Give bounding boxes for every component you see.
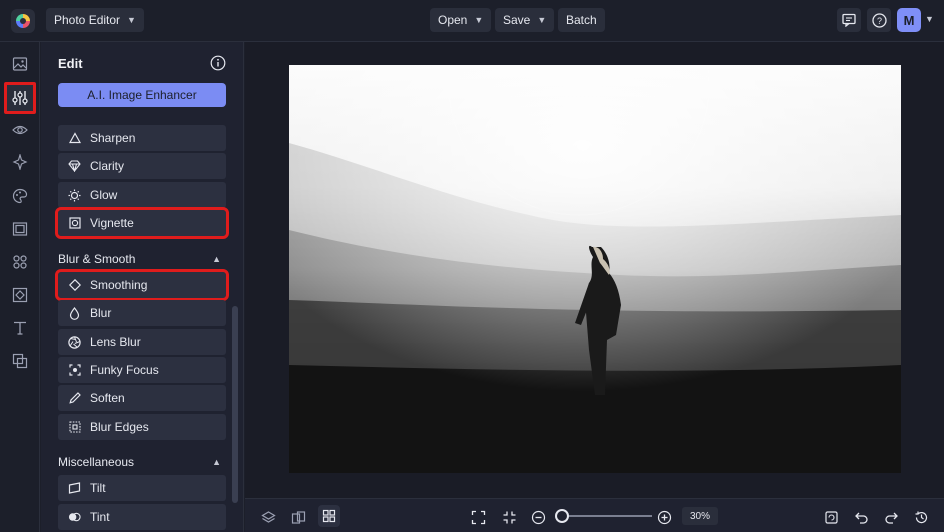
aperture-icon (68, 335, 81, 349)
info-icon[interactable] (210, 55, 226, 71)
zoom-slider-handle[interactable] (555, 509, 569, 523)
menu-item-label: Tilt (90, 481, 106, 495)
chevron-up-icon[interactable]: ▲ (212, 254, 221, 264)
tint-icon (68, 511, 81, 524)
menu-item-label: Vignette (90, 216, 134, 230)
diamond-gem-icon (68, 160, 81, 173)
comment-button[interactable] (837, 8, 861, 32)
menu-item-sharpen[interactable]: Sharpen (58, 125, 226, 151)
menu-item-label: Blur Edges (90, 420, 149, 434)
menu-item-blur[interactable]: Blur (58, 300, 226, 326)
history-icon[interactable] (912, 508, 930, 526)
panel-scrollbar-thumb[interactable] (232, 306, 238, 503)
menu-item-label: Sharpen (90, 131, 136, 145)
layers-icon[interactable] (259, 508, 277, 526)
batch-button[interactable]: Batch (558, 8, 605, 32)
bottom-toolbar: 30% (245, 498, 944, 532)
menu-item-label: Tint (90, 510, 110, 524)
section-header-miscellaneous[interactable]: Miscellaneous ▲ (58, 455, 226, 469)
menu-item-label: Blur (90, 306, 112, 320)
menu-item-label: Glow (90, 188, 118, 202)
pen-icon (68, 392, 81, 405)
adjustments-icon[interactable] (10, 88, 30, 108)
section-header-blur-smooth[interactable]: Blur & Smooth ▲ (58, 252, 226, 266)
reset-icon[interactable] (822, 508, 840, 526)
paint-icon[interactable] (10, 186, 30, 206)
chevron-down-icon[interactable]: ▼ (925, 14, 934, 24)
menu-item-lens-blur[interactable]: Lens Blur (58, 329, 226, 355)
blur-edges-icon (68, 421, 81, 434)
glow-icon (68, 189, 81, 202)
menu-item-funky-focus[interactable]: Funky Focus (58, 357, 226, 383)
chevron-down-icon: ▼ (127, 15, 136, 25)
menu-item-clarity[interactable]: Clarity (58, 153, 226, 179)
app-menu-button[interactable]: Photo Editor ▼ (46, 8, 144, 32)
zoom-out-icon[interactable] (529, 508, 547, 526)
zoom-percentage[interactable]: 30% (682, 507, 718, 525)
effects-icon[interactable] (10, 152, 30, 172)
menu-item-label: Funky Focus (90, 363, 159, 377)
overlay-icon[interactable] (10, 351, 30, 371)
zoom-slider-track[interactable] (562, 515, 652, 517)
frame-icon[interactable] (10, 219, 30, 239)
compare-icon[interactable] (289, 508, 307, 526)
menu-item-vignette[interactable]: Vignette (55, 207, 229, 239)
batch-label: Batch (566, 13, 597, 27)
help-button[interactable]: ? (867, 8, 891, 32)
zoom-in-icon[interactable] (655, 508, 673, 526)
top-bar: Photo Editor ▼ Open ▼ Save ▼ Batch ? M ▼ (0, 0, 944, 42)
ai-image-enhancer-button[interactable]: A.I. Image Enhancer (58, 83, 226, 107)
comment-icon (842, 13, 856, 27)
undo-icon[interactable] (852, 508, 870, 526)
grid-icon[interactable] (318, 505, 340, 527)
menu-item-soften[interactable]: Soften (58, 385, 226, 411)
drop-icon (68, 306, 81, 320)
texture-icon[interactable] (10, 285, 30, 305)
menu-item-label: Clarity (90, 159, 125, 173)
menu-item-glow[interactable]: Glow (58, 182, 226, 208)
redo-icon[interactable] (882, 508, 900, 526)
menu-item-tint[interactable]: Tint (58, 504, 226, 530)
chevron-up-icon[interactable]: ▲ (212, 457, 221, 467)
eye-icon[interactable] (10, 120, 30, 140)
app-menu-label: Photo Editor (54, 13, 121, 27)
triangle-icon (68, 132, 81, 145)
actual-size-icon[interactable] (500, 508, 518, 526)
chevron-down-icon: ▼ (474, 15, 484, 25)
open-label: Open (438, 13, 468, 27)
logo-icon[interactable] (11, 9, 35, 33)
text-icon[interactable] (10, 318, 30, 338)
focus-icon (68, 364, 81, 377)
save-label: Save (503, 13, 531, 27)
menu-item-smoothing[interactable]: Smoothing (55, 269, 229, 301)
fit-screen-icon[interactable] (469, 508, 487, 526)
help-icon: ? (871, 12, 887, 28)
section-title: Miscellaneous (58, 455, 135, 469)
diamond-icon (68, 279, 81, 292)
graphics-icon[interactable] (10, 252, 30, 272)
menu-item-label: Smoothing (90, 278, 148, 292)
menu-item-label: Soften (90, 391, 125, 405)
svg-text:?: ? (876, 16, 881, 26)
menu-item-label: Lens Blur (90, 335, 141, 349)
photo-canvas[interactable] (289, 65, 901, 473)
section-title: Blur & Smooth (58, 252, 136, 266)
avatar[interactable]: M (897, 8, 921, 32)
menu-item-blur-edges[interactable]: Blur Edges (58, 414, 226, 440)
panel-title: Edit (58, 56, 83, 71)
image-icon[interactable] (10, 54, 30, 74)
tool-rail (0, 42, 40, 532)
tilt-icon (68, 482, 81, 495)
edit-panel: Edit A.I. Image Enhancer Sharpen Clarity… (41, 42, 244, 532)
open-button[interactable]: Open ▼ (430, 8, 492, 32)
chevron-down-icon: ▼ (537, 15, 547, 25)
menu-item-tilt[interactable]: Tilt (58, 475, 226, 501)
vignette-icon (68, 217, 81, 230)
save-button[interactable]: Save ▼ (495, 8, 555, 32)
